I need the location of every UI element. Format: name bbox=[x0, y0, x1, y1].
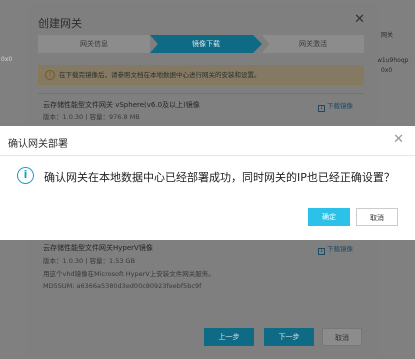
step-image-download: 镜像下载 bbox=[150, 35, 262, 53]
download-link[interactable]: ↓ 下载镜像 bbox=[318, 100, 353, 112]
dialog-title: 创建网关 bbox=[38, 17, 82, 30]
divider bbox=[0, 155, 415, 156]
close-icon[interactable]: ✕ bbox=[354, 12, 365, 27]
download-label: 下载镜像 bbox=[327, 102, 353, 110]
next-step-button[interactable]: 下一步 bbox=[264, 328, 314, 346]
download-icon: ↓ bbox=[318, 105, 325, 112]
image-description: 用这个vhd镜像在Microsoft HyperV上安装文件网关服务。 bbox=[43, 270, 215, 278]
confirm-deployment-dialog: 确认网关部署 ✕ i 确认网关在本地数据中心已经部署成功，同时网关的IP也已经正… bbox=[0, 126, 415, 240]
confirm-message: 确认网关在本地数据中心已经部署成功，同时网关的IP也已经正确设置？ bbox=[44, 171, 395, 184]
cancel-button[interactable]: 取消 bbox=[322, 328, 362, 346]
warning-icon: ! bbox=[45, 70, 55, 80]
step-gateway-info: 网关信息 bbox=[38, 35, 150, 53]
image-meta: 版本：1.0.30 | 容量：976.8 MB bbox=[43, 113, 140, 121]
close-icon[interactable]: ✕ bbox=[393, 132, 404, 147]
confirm-title: 确认网关部署 bbox=[8, 139, 68, 150]
confirm-ok-button[interactable]: 确定 bbox=[308, 208, 350, 226]
image-name: 云存储性能型文件网关 vSphere(v6.0及以上)镜像 bbox=[43, 101, 200, 109]
image-md5: MD5SUM: a6366a5380d3ed00c80923feebf5bc9f bbox=[43, 282, 202, 290]
image-name: 云存储性能型文件网关HyperV镜像 bbox=[43, 244, 153, 252]
download-icon: ↓ bbox=[318, 248, 325, 255]
divider bbox=[38, 93, 364, 94]
step-progress: 网关信息 镜像下载 网关激活 bbox=[38, 35, 364, 53]
image-meta: 版本：1.0.30 | 容量：1.53 GB bbox=[43, 257, 136, 265]
download-link[interactable]: ↓ 下载镜像 bbox=[318, 243, 353, 255]
background-left-text: 0x0 bbox=[1, 56, 13, 63]
notice-banner: ! 在下载完镜像后，请参照文档在本地数据中心进行网关的安装和设置。 bbox=[38, 65, 364, 85]
notice-text: 在下载完镜像后，请参照文档在本地数据中心进行网关的安装和设置。 bbox=[59, 71, 261, 79]
background-right-value: 0x0 bbox=[381, 67, 393, 74]
confirm-cancel-button[interactable]: 取消 bbox=[356, 208, 398, 226]
step-gateway-activation: 网关激活 bbox=[262, 35, 364, 53]
background-right-id: w1u9hoqp bbox=[377, 57, 409, 64]
background-right-header: 网关 bbox=[381, 32, 394, 39]
download-label: 下载镜像 bbox=[327, 245, 353, 253]
info-icon: i bbox=[17, 167, 34, 184]
previous-step-button[interactable]: 上一步 bbox=[204, 328, 254, 346]
